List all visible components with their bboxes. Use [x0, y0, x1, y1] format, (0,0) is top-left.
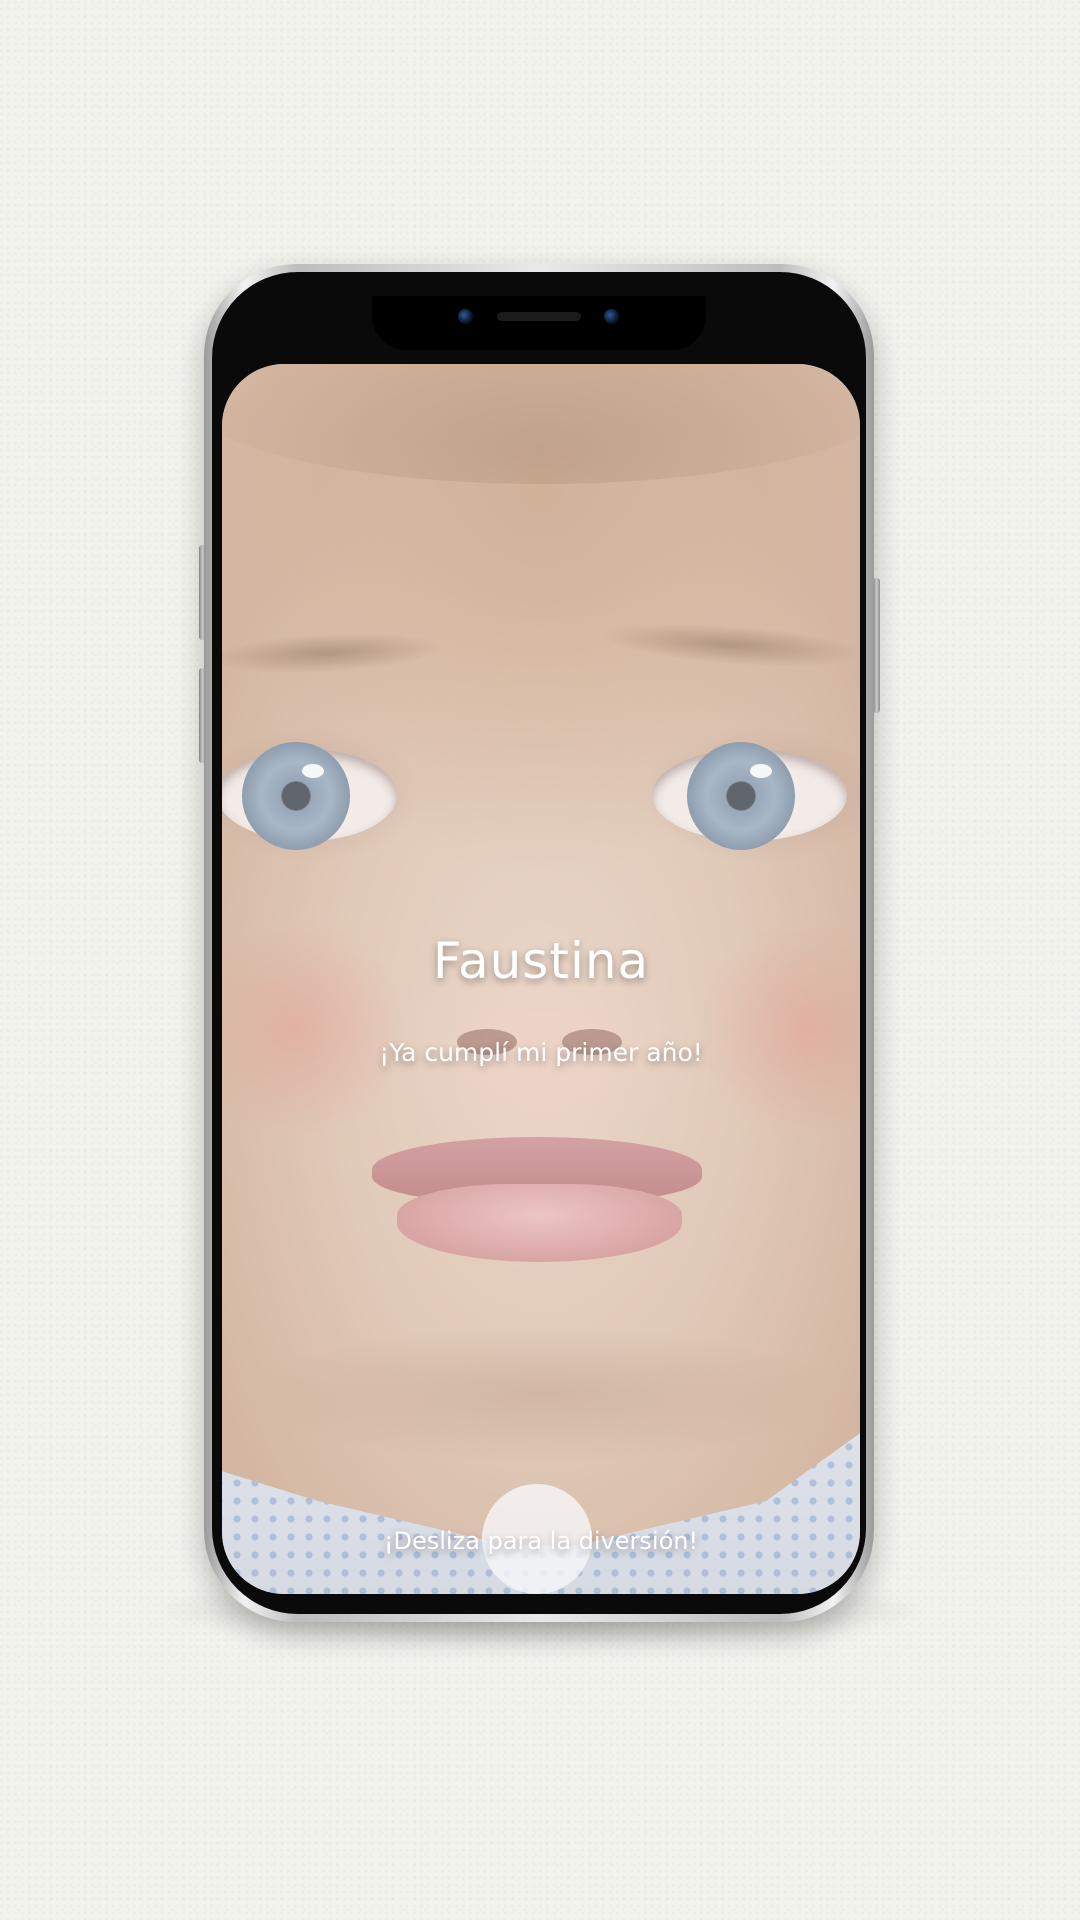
earpiece-speaker [497, 312, 581, 321]
page-subtitle: ¡Ya cumplí mi primer año! [379, 1038, 703, 1067]
sensor-icon [604, 309, 619, 324]
swipe-hint[interactable]: ¡Desliza para la diversión! [222, 1527, 860, 1555]
phone-notch [372, 296, 706, 350]
front-camera-icon [458, 309, 473, 324]
page-title: Faustina [432, 932, 650, 990]
power-button [873, 578, 880, 713]
phone-screen[interactable]: Faustina ¡Ya cumplí mi primer año! ¡Desl… [222, 364, 860, 1594]
